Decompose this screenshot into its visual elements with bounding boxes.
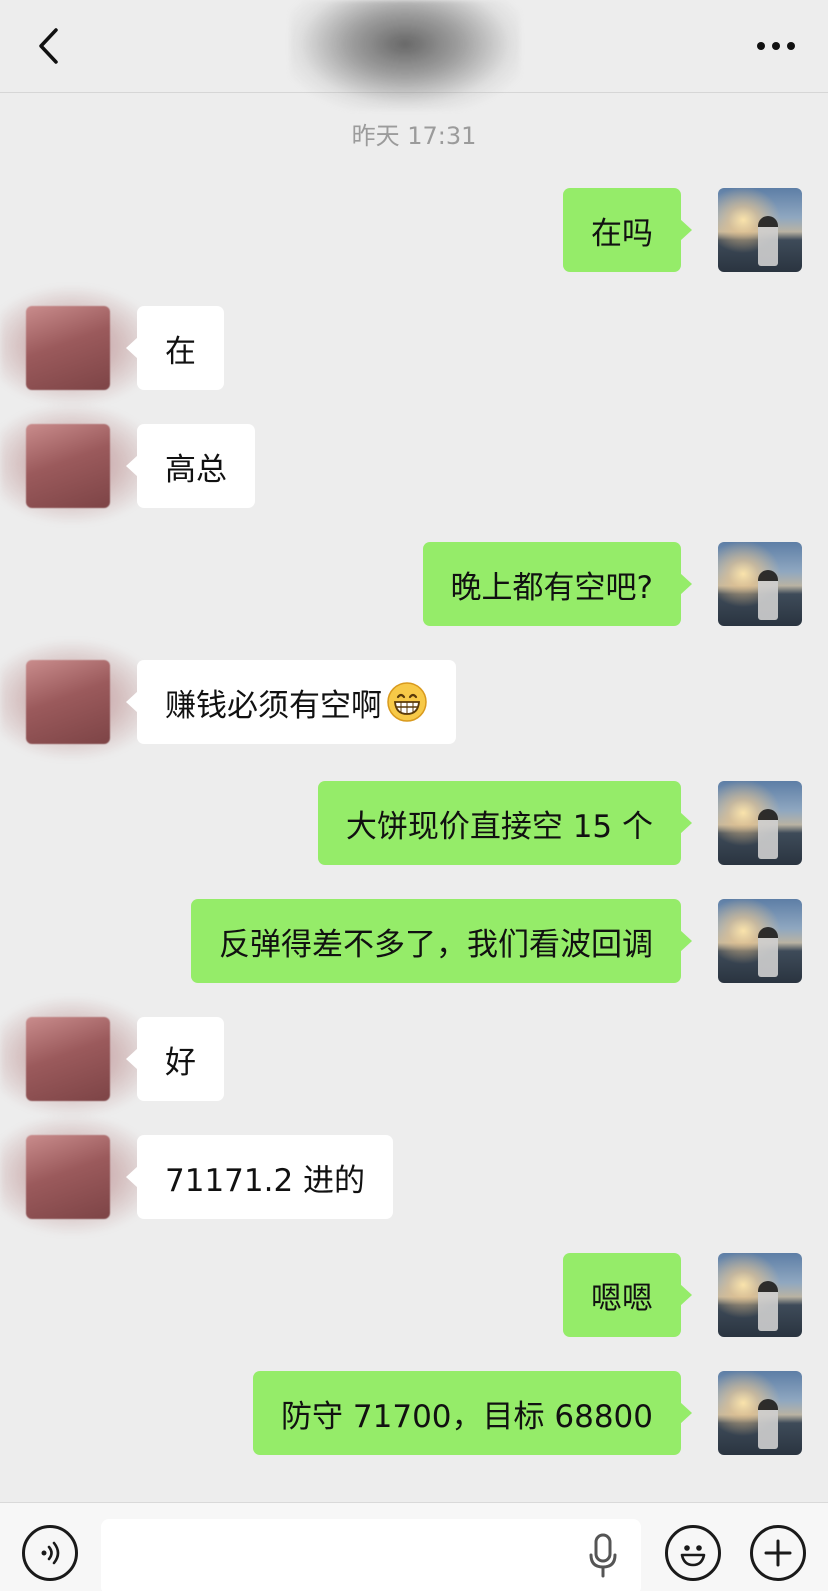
avatar-figure bbox=[758, 809, 778, 859]
message-row: 71171.2 进的 bbox=[0, 1115, 828, 1235]
message-row: 高总 bbox=[0, 404, 828, 524]
microphone-icon[interactable] bbox=[588, 1533, 618, 1579]
message-row: 防守 71700，目标 68800 bbox=[0, 1371, 828, 1455]
plus-icon bbox=[764, 1539, 792, 1567]
message-bubble-sent[interactable]: 嗯嗯 bbox=[563, 1253, 692, 1337]
message-row: 嗯嗯 bbox=[0, 1253, 828, 1337]
my-avatar[interactable] bbox=[718, 542, 802, 626]
avatar-figure bbox=[758, 216, 778, 266]
message-bubble-received[interactable]: 71171.2 进的 bbox=[125, 1135, 394, 1219]
message-bubble-received[interactable]: 在 bbox=[126, 306, 224, 390]
message-input[interactable] bbox=[101, 1519, 641, 1591]
contact-avatar[interactable] bbox=[26, 1135, 110, 1219]
chevron-left-icon bbox=[39, 28, 58, 64]
my-avatar[interactable] bbox=[718, 188, 802, 272]
smiley-icon bbox=[680, 1545, 706, 1567]
chat-title-redacted bbox=[290, 0, 520, 110]
message-row: 在吗 bbox=[0, 188, 828, 272]
message-bubble-sent[interactable]: 晚上都有空吧? bbox=[422, 542, 693, 626]
more-button[interactable] bbox=[748, 26, 804, 66]
back-button[interactable] bbox=[28, 24, 68, 68]
message-timestamp: 昨天 17:31 bbox=[351, 122, 477, 150]
contact-avatar[interactable] bbox=[26, 660, 110, 744]
avatar-figure bbox=[758, 1281, 778, 1331]
message-bubble-sent[interactable]: 反弹得差不多了，我们看波回调 bbox=[191, 899, 692, 983]
contact-avatar[interactable] bbox=[26, 306, 110, 390]
more-dot bbox=[787, 42, 795, 50]
message-row: 赚钱必须有空啊 bbox=[0, 640, 828, 760]
avatar-figure bbox=[758, 570, 778, 620]
message-bubble-sent[interactable]: 在吗 bbox=[563, 188, 692, 272]
message-row: 晚上都有空吧? bbox=[0, 542, 828, 626]
my-avatar[interactable] bbox=[718, 1371, 802, 1455]
chat-input-bar bbox=[0, 1502, 828, 1591]
grinning-face-icon bbox=[387, 682, 427, 722]
message-row: 在 bbox=[0, 286, 828, 406]
message-bubble-received[interactable]: 好 bbox=[126, 1017, 224, 1101]
plus-button[interactable] bbox=[750, 1525, 806, 1581]
message-bubble-received[interactable]: 高总 bbox=[126, 424, 255, 508]
my-avatar[interactable] bbox=[718, 899, 802, 983]
message-bubble-sent[interactable]: 大饼现价直接空 15 个 bbox=[317, 781, 693, 865]
emoji-button[interactable] bbox=[665, 1525, 721, 1581]
avatar-figure bbox=[758, 927, 778, 977]
message-row: 好 bbox=[0, 997, 828, 1117]
message-bubble-received[interactable]: 赚钱必须有空啊 bbox=[126, 660, 456, 744]
chat-header bbox=[0, 0, 828, 110]
my-avatar[interactable] bbox=[718, 781, 802, 865]
more-dots-icon bbox=[757, 42, 765, 50]
message-row: 大饼现价直接空 15 个 bbox=[0, 781, 828, 865]
voice-button[interactable] bbox=[22, 1525, 78, 1581]
avatar-figure bbox=[758, 1399, 778, 1449]
contact-avatar[interactable] bbox=[26, 1017, 110, 1101]
more-dot bbox=[772, 42, 780, 50]
contact-avatar[interactable] bbox=[26, 424, 110, 508]
message-row: 反弹得差不多了，我们看波回调 bbox=[0, 899, 828, 983]
message-bubble-sent[interactable]: 防守 71700，目标 68800 bbox=[253, 1371, 692, 1455]
voice-icon bbox=[41, 1541, 60, 1565]
my-avatar[interactable] bbox=[718, 1253, 802, 1337]
message-text: 赚钱必须有空啊 bbox=[165, 687, 382, 724]
